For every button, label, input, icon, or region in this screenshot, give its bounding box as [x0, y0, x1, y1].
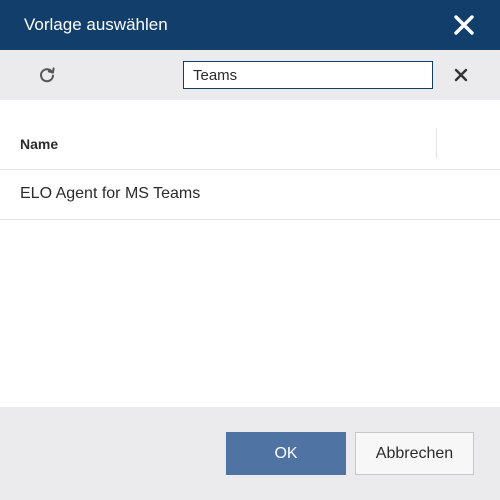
select-template-dialog: Vorlage auswählen Name ELO Agent for MS: [0, 0, 500, 500]
column-divider[interactable]: [436, 128, 437, 158]
close-dialog-button[interactable]: [452, 13, 476, 37]
refresh-button[interactable]: [36, 64, 58, 86]
table-cell-name: ELO Agent for MS Teams: [20, 185, 201, 202]
dialog-title: Vorlage auswählen: [24, 15, 168, 34]
close-icon: [454, 68, 468, 82]
search-toolbar: [0, 50, 500, 100]
column-header-name[interactable]: Name: [20, 120, 58, 168]
dialog-titlebar: Vorlage auswählen: [0, 0, 500, 50]
ok-button[interactable]: OK: [226, 432, 346, 475]
clear-search-button[interactable]: [452, 66, 470, 84]
table-row[interactable]: ELO Agent for MS Teams: [0, 170, 500, 220]
template-table: Name ELO Agent for MS Teams: [0, 100, 500, 407]
dialog-footer: OK Abbrechen: [0, 407, 500, 500]
close-icon: [454, 15, 474, 35]
search-input[interactable]: [183, 61, 433, 89]
table-header: Name: [0, 120, 500, 170]
cancel-button[interactable]: Abbrechen: [355, 432, 474, 475]
refresh-icon: [40, 67, 55, 83]
